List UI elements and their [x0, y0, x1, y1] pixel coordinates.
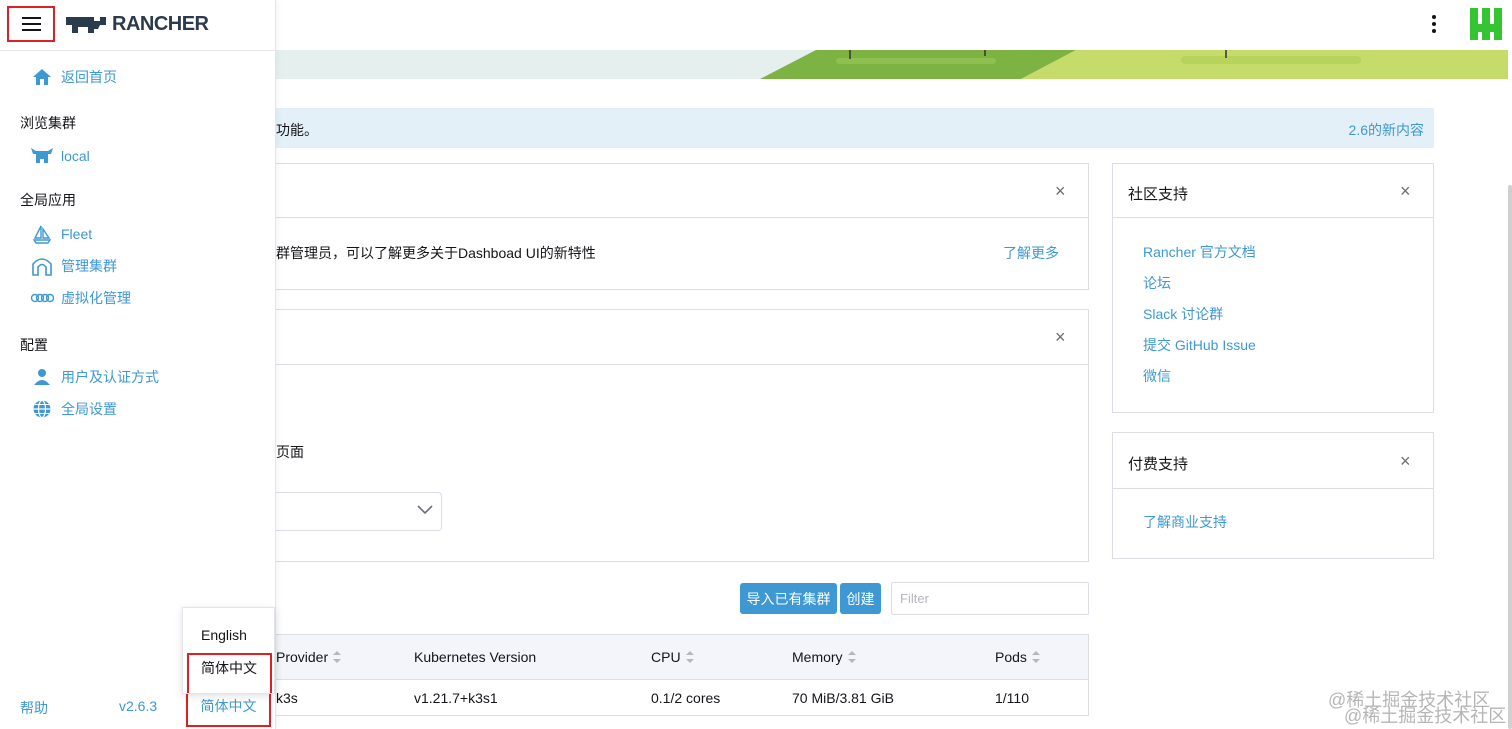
globe-icon: [30, 397, 54, 421]
column-header-provider[interactable]: Provider: [276, 649, 342, 665]
close-icon[interactable]: ×: [1400, 182, 1411, 200]
community-link[interactable]: 提交 GitHub Issue: [1143, 335, 1256, 355]
page-scrollbar[interactable]: [1508, 185, 1512, 729]
language-menu: English 简体中文: [182, 607, 275, 694]
landing-page-text: 页面: [276, 444, 304, 460]
panel-header: ×: [276, 310, 1088, 365]
sidebar-item-global-settings[interactable]: 全局设置: [30, 397, 117, 421]
sort-icon: [333, 651, 342, 663]
virtualization-icon: [30, 286, 54, 310]
cell-cpu: 0.1/2 cores: [651, 690, 721, 706]
close-icon[interactable]: ×: [1055, 328, 1066, 346]
learn-more-link[interactable]: 了解更多: [1003, 243, 1059, 263]
filter-input[interactable]: [891, 582, 1089, 615]
sort-icon: [1031, 651, 1040, 663]
panel-header: 付费支持 ×: [1113, 433, 1433, 489]
sidebar-group-config: 配置: [20, 337, 48, 353]
paid-support-panel: 付费支持 × 了解商业支持: [1112, 432, 1434, 559]
version-link[interactable]: v2.6.3: [119, 698, 157, 714]
header-banner: [276, 50, 1508, 79]
cell-pods: 1/110: [995, 690, 1029, 706]
sidebar-item-local[interactable]: local: [30, 144, 90, 168]
sailboat-icon: [30, 222, 54, 246]
import-cluster-button[interactable]: 导入已有集群: [740, 583, 837, 614]
create-cluster-button[interactable]: 创建: [840, 583, 881, 614]
community-support-title: 社区支持: [1128, 186, 1189, 203]
sort-icon: [685, 651, 694, 663]
sidebar-item-cluster-management[interactable]: 管理集群: [30, 254, 117, 278]
column-header-pods[interactable]: Pods: [995, 649, 1040, 665]
community-support-panel: 社区支持 × Rancher 官方文档 论坛 Slack 讨论群 提交 GitH…: [1112, 163, 1434, 413]
dashboard-intro-panel: × 群管理员，可以了解更多关于Dashboad UI的新特性 了解更多: [276, 163, 1089, 290]
dashboard-intro-text: 群管理员，可以了解更多关于Dashboad UI的新特性: [276, 245, 596, 261]
whats-new-strip: 功能。 2.6的新内容: [276, 108, 1434, 148]
whats-new-link[interactable]: 2.6的新内容: [1349, 120, 1424, 140]
sidebar-group-clusters: 浏览集群: [20, 115, 76, 131]
highlight-box: [187, 653, 272, 693]
sidebar-group-global-apps: 全局应用: [20, 192, 76, 208]
watermark: @稀土掘金技术社区: [1344, 706, 1507, 726]
sort-icon: [847, 651, 856, 663]
kebab-menu-icon[interactable]: [1424, 10, 1444, 38]
sidebar-item-fleet[interactable]: Fleet: [30, 222, 92, 246]
community-link[interactable]: Slack 讨论群: [1143, 304, 1223, 324]
commercial-support-link[interactable]: 了解商业支持: [1143, 512, 1227, 532]
column-header-kubernetes-version: Kubernetes Version: [414, 649, 537, 665]
panel-header: 社区支持 ×: [1113, 164, 1433, 218]
column-header-cpu[interactable]: CPU: [651, 649, 694, 665]
home-icon: [30, 65, 54, 89]
user-icon: [30, 365, 54, 389]
landing-page-select[interactable]: [276, 492, 442, 531]
panel-header: ×: [276, 164, 1088, 218]
sidebar-item-virtualization[interactable]: 虚拟化管理: [30, 286, 131, 310]
clusters-table: Provider Kubernetes Version CPU Memory P…: [276, 634, 1089, 716]
cluster-management-icon: [30, 254, 54, 278]
whats-new-text: 功能。: [276, 122, 318, 138]
rancher-logo-text: RANCHER: [112, 12, 209, 35]
column-header-memory[interactable]: Memory: [792, 649, 856, 665]
rancher-logo-icon: [66, 17, 106, 33]
user-avatar[interactable]: [1468, 6, 1504, 42]
chevron-down-icon: [417, 505, 433, 515]
close-icon[interactable]: ×: [1400, 452, 1411, 470]
community-link[interactable]: Rancher 官方文档: [1143, 242, 1256, 262]
sidebar-divider: [0, 50, 276, 51]
paid-support-title: 付费支持: [1128, 456, 1189, 473]
help-link[interactable]: 帮助: [20, 698, 48, 718]
community-link[interactable]: 论坛: [1143, 273, 1171, 293]
cow-icon: [30, 144, 54, 168]
rancher-logo[interactable]: RANCHER: [64, 12, 209, 36]
cell-kubernetes-version: v1.21.7+k3s1: [414, 690, 498, 706]
cell-memory: 70 MiB/3.81 GiB: [792, 690, 894, 706]
cell-provider: k3s: [276, 690, 298, 706]
sidebar-item-users-auth[interactable]: 用户及认证方式: [30, 365, 159, 389]
sidebar-item-home[interactable]: 返回首页: [30, 65, 117, 89]
language-option-english[interactable]: English: [201, 627, 247, 643]
community-link[interactable]: 微信: [1143, 366, 1171, 386]
close-icon[interactable]: ×: [1055, 182, 1066, 200]
menu-icon[interactable]: [7, 6, 55, 42]
table-header: Provider Kubernetes Version CPU Memory P…: [276, 635, 1088, 680]
